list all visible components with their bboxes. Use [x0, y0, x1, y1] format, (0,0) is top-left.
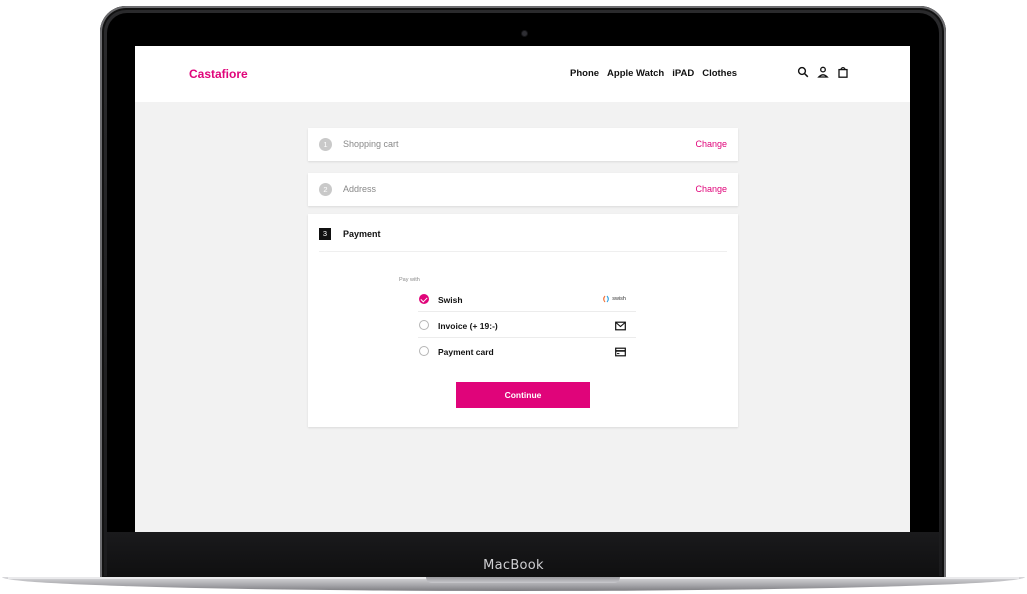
nav-item-apple-watch[interactable]: Apple Watch: [607, 68, 664, 79]
step-title: Shopping cart: [343, 139, 399, 149]
payment-option-label: Payment card: [438, 347, 494, 357]
continue-button[interactable]: Continue: [456, 382, 590, 408]
nav-item-clothes[interactable]: Clothes: [702, 68, 737, 79]
radio-unchecked-icon[interactable]: [419, 320, 429, 330]
laptop-base-notch: [426, 577, 620, 583]
payment-header: 3 Payment: [308, 214, 738, 251]
envelope-icon: [615, 321, 626, 331]
swish-mark-icon: [603, 295, 610, 303]
user-icon[interactable]: [817, 66, 829, 78]
divider: [418, 311, 636, 312]
payment-option-invoice[interactable]: Invoice (+ 19:-): [418, 313, 636, 338]
nav-item-ipad[interactable]: iPAD: [672, 68, 694, 79]
payment-option-label: Swish: [438, 295, 463, 305]
site-logo[interactable]: Castafiore: [189, 67, 248, 81]
divider: [418, 337, 636, 338]
shopping-bag-icon[interactable]: [837, 66, 849, 78]
device-label: MacBook: [483, 558, 544, 573]
site-header: Castafiore Phone Apple Watch iPAD Clothe…: [135, 46, 910, 102]
step-row: 2 Address Change: [308, 173, 738, 206]
step-number-badge: 3: [319, 228, 331, 240]
change-shopping-cart-link[interactable]: Change: [695, 139, 727, 149]
camera-icon: [522, 31, 527, 36]
browser-screen: Castafiore Phone Apple Watch iPAD Clothe…: [135, 46, 910, 532]
change-address-link[interactable]: Change: [695, 184, 727, 194]
credit-card-icon: [615, 347, 626, 357]
header-icons: [797, 66, 849, 78]
radio-checked-icon[interactable]: [419, 294, 429, 304]
step-card-payment: 3 Payment Pay with Swish swish Invoice (…: [308, 214, 738, 427]
step-number-badge: 1: [319, 138, 332, 151]
divider: [319, 251, 727, 252]
swish-logo-icon: swish: [602, 295, 626, 303]
nav-item-phone[interactable]: Phone: [570, 68, 599, 79]
payment-option-label: Invoice (+ 19:-): [438, 321, 498, 331]
swish-logo-text: swish: [612, 296, 626, 302]
search-icon[interactable]: [797, 66, 809, 78]
pay-with-label: Pay with: [399, 277, 420, 283]
payment-option-swish[interactable]: Swish swish: [418, 287, 636, 312]
main-nav: Phone Apple Watch iPAD Clothes: [570, 68, 737, 79]
step-row: 1 Shopping cart Change: [308, 128, 738, 161]
step-number-badge: 2: [319, 183, 332, 196]
step-card-address: 2 Address Change: [308, 173, 738, 206]
step-card-shopping-cart: 1 Shopping cart Change: [308, 128, 738, 161]
step-title: Address: [343, 184, 377, 194]
radio-unchecked-icon[interactable]: [419, 346, 429, 356]
payment-title: Payment: [343, 229, 381, 239]
payment-option-card[interactable]: Payment card: [418, 339, 636, 364]
